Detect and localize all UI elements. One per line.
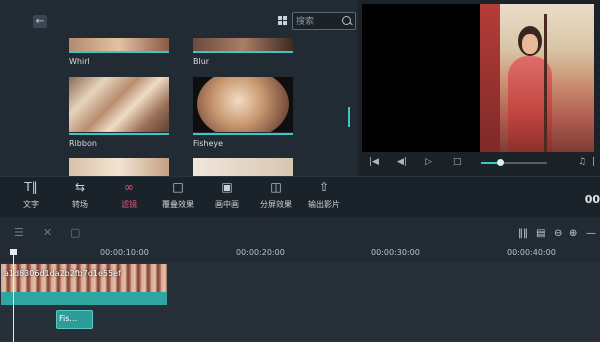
adjust-icon[interactable]: ☰	[14, 226, 24, 239]
title-clip-label: Fis...	[59, 314, 78, 323]
play-icon[interactable]: ▷	[425, 157, 432, 167]
transition-icon: ⇆	[74, 180, 86, 194]
ruler-tick: 00:00:20:00	[236, 248, 285, 257]
effect-underline	[69, 51, 169, 53]
toolbar-label: 输出影片	[308, 200, 340, 209]
toolbar-filter[interactable]: ∞ 滤镜	[109, 180, 149, 210]
playhead-handle[interactable]	[10, 249, 17, 255]
ruler-tick: 00:00:10:00	[100, 248, 149, 257]
search-input[interactable]: 搜索	[292, 12, 356, 30]
search-placeholder: 搜索	[296, 17, 315, 27]
ruler-tick: 00:00:40:00	[507, 248, 556, 257]
toolbar-label: 转场	[72, 200, 88, 209]
effect-label-whirl: Whirl	[69, 57, 90, 66]
effect-underline	[193, 133, 293, 135]
timecode-display: 00	[584, 193, 600, 206]
toolbar-transition[interactable]: ⇆ 转场	[60, 180, 100, 210]
toolbar-label: 分屏效果	[260, 200, 292, 209]
stop-icon[interactable]: □	[453, 157, 462, 167]
effect-label-blur: Blur	[193, 57, 210, 66]
effect-thumbnail-whirl[interactable]	[69, 38, 169, 51]
search-icon[interactable]	[342, 16, 351, 25]
overlay-icon: □	[172, 180, 184, 194]
pip-icon: ▣	[221, 180, 233, 194]
filter-icon: ∞	[124, 180, 134, 194]
zoom-slider[interactable]: —	[586, 228, 596, 239]
effect-label-ribbon: Ribbon	[69, 139, 97, 148]
toolbar-text[interactable]: T‖ 文字	[11, 180, 51, 210]
effect-thumbnail[interactable]	[69, 158, 169, 176]
effect-thumbnail-ribbon[interactable]	[69, 77, 169, 132]
clip-name: a1d8306d1da2b2fb7d1e55ef	[4, 269, 121, 278]
preview-progress-knob[interactable]	[497, 159, 504, 166]
title-clip[interactable]: Fis...	[56, 310, 93, 329]
timeline-toolbar	[0, 218, 600, 248]
divider: |	[592, 157, 596, 167]
effect-thumbnail-fisheye[interactable]	[193, 77, 293, 132]
audio-wave-icon[interactable]: ‖‖	[518, 228, 528, 239]
back-arrow-icon[interactable]: ←	[33, 15, 47, 28]
effect-thumbnail[interactable]	[193, 158, 293, 176]
playhead[interactable]	[13, 252, 14, 342]
fit-icon[interactable]: ▤	[536, 228, 545, 239]
clip-audio-waveform	[1, 292, 167, 305]
delete-icon[interactable]: ▢	[70, 226, 80, 239]
step-back-icon[interactable]: ◀|	[397, 157, 407, 167]
export-icon: ⇧	[318, 180, 330, 194]
grid-view-icon[interactable]	[278, 16, 287, 25]
split-screen-icon: ◫	[270, 180, 282, 194]
effect-label-fisheye: Fisheye	[193, 139, 224, 148]
skip-back-icon[interactable]: |◀	[369, 157, 379, 167]
toolbar-label: 画中画	[215, 200, 239, 209]
effect-underline	[69, 133, 169, 135]
video-frame	[480, 4, 594, 152]
effects-scrollbar[interactable]	[348, 107, 350, 127]
zoom-in-icon[interactable]: ⊕	[569, 228, 577, 239]
zoom-out-icon[interactable]: ⊖	[554, 228, 562, 239]
toolbar-label: 文字	[23, 200, 39, 209]
toolbar-label: 覆叠效果	[162, 200, 194, 209]
mic-icon[interactable]: ♫	[578, 157, 586, 167]
toolbar-label: 滤镜	[121, 200, 137, 209]
toolbar-pip[interactable]: ▣ 画中画	[207, 180, 247, 210]
text-icon: T‖	[24, 180, 38, 194]
scissors-icon[interactable]: ✕	[43, 226, 52, 239]
effect-thumbnail-blur[interactable]	[193, 38, 293, 51]
ruler-tick: 00:00:30:00	[371, 248, 420, 257]
toolbar-overlay[interactable]: □ 覆叠效果	[158, 180, 198, 210]
toolbar-export[interactable]: ⇧ 输出影片	[304, 180, 344, 210]
effect-underline	[193, 51, 293, 53]
toolbar-split-screen[interactable]: ◫ 分屏效果	[256, 180, 296, 210]
